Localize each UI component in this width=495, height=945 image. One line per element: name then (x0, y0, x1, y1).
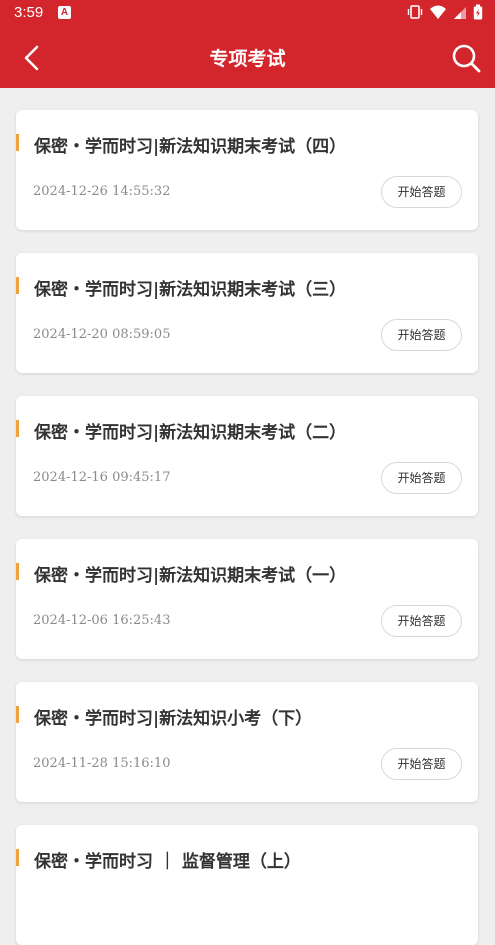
signal-icon (454, 7, 466, 19)
search-icon[interactable] (449, 41, 483, 75)
exam-title: 保密・学而时习|新法知识期末考试（二） (34, 423, 347, 443)
exam-datetime: 2024-11-28 15:16:10 (33, 756, 171, 771)
accent-bar (16, 420, 19, 437)
exam-title: 保密・学而时习|新法知识期末考试（一） (34, 566, 347, 586)
battery-icon (473, 4, 483, 20)
wifi-icon (430, 5, 446, 19)
start-answer-button[interactable]: 开始答题 (381, 462, 462, 494)
exam-card: 保密・学而时习 ｜ 监督管理（上） (16, 825, 478, 945)
exam-datetime: 2024-12-20 08:59:05 (33, 327, 171, 342)
exam-card: 保密・学而时习|新法知识期末考试（四） 2024-12-26 14:55:32 … (16, 110, 478, 230)
exam-datetime: 2024-12-16 09:45:17 (33, 470, 171, 485)
accent-bar (16, 706, 19, 723)
exam-title: 保密・学而时习 ｜ 监督管理（上） (34, 852, 301, 872)
start-answer-button[interactable]: 开始答题 (381, 748, 462, 780)
start-answer-button[interactable]: 开始答题 (381, 176, 462, 208)
exam-card: 保密・学而时习|新法知识期末考试（一） 2024-12-06 16:25:43 … (16, 539, 478, 659)
status-bar: 3:59 A (0, 0, 495, 28)
app-bar: 专项考试 (0, 28, 495, 88)
accent-bar (16, 563, 19, 580)
exam-card: 保密・学而时习|新法知识期末考试（二） 2024-12-16 09:45:17 … (16, 396, 478, 516)
vibrate-icon (407, 5, 423, 19)
exam-title: 保密・学而时习|新法知识期末考试（四） (34, 137, 347, 157)
status-time: 3:59 (14, 4, 44, 21)
exam-title: 保密・学而时习|新法知识小考（下） (34, 709, 313, 729)
accent-bar (16, 277, 19, 294)
a-icon: A (58, 6, 71, 19)
start-answer-button[interactable]: 开始答题 (381, 605, 462, 637)
exam-card: 保密・学而时习|新法知识期末考试（三） 2024-12-20 08:59:05 … (16, 253, 478, 373)
exam-title: 保密・学而时习|新法知识期末考试（三） (34, 280, 347, 300)
accent-bar (16, 849, 19, 866)
page-title: 专项考试 (209, 48, 286, 70)
exam-datetime: 2024-12-06 16:25:43 (33, 613, 171, 628)
exam-card: 保密・学而时习|新法知识小考（下） 2024-11-28 15:16:10 开始… (16, 682, 478, 802)
accent-bar (16, 134, 19, 151)
exam-datetime: 2024-12-26 14:55:32 (33, 184, 171, 199)
start-answer-button[interactable]: 开始答题 (381, 319, 462, 351)
